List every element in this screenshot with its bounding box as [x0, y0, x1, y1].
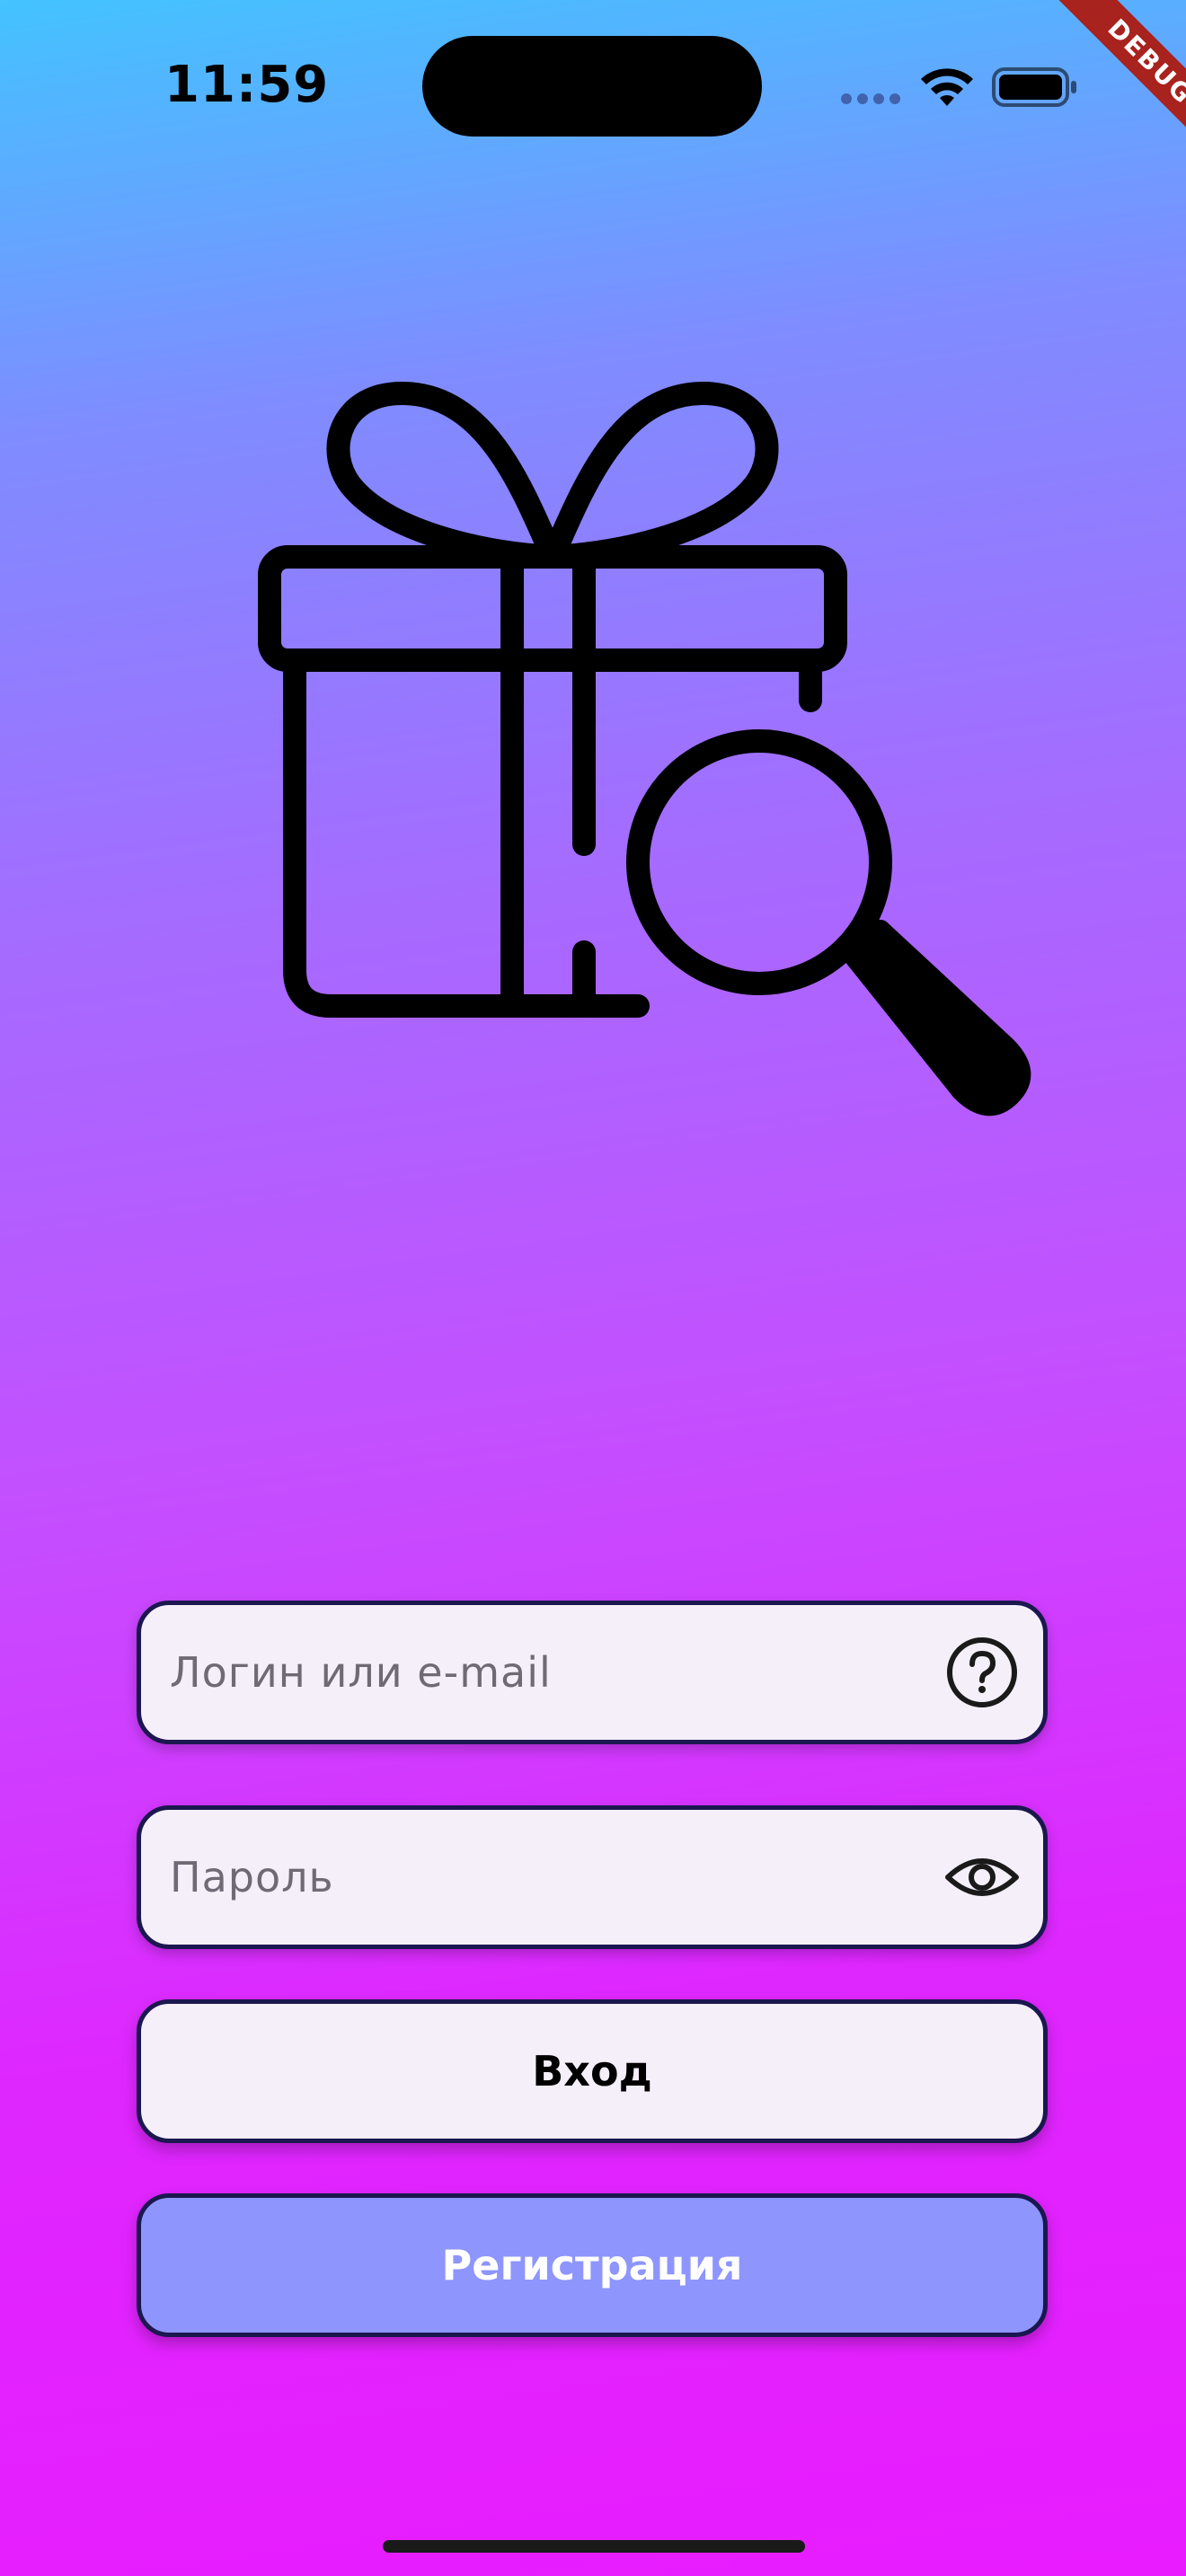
login-placeholder: Логин или e-mail — [170, 1648, 552, 1697]
password-placeholder: Пароль — [170, 1853, 334, 1901]
password-field[interactable]: Пароль — [137, 1805, 1048, 1949]
wifi-icon — [921, 68, 973, 106]
gift-search-icon — [258, 381, 1031, 1116]
status-time: 11:59 — [164, 56, 330, 114]
login-field[interactable]: Логин или e-mail — [137, 1601, 1048, 1744]
login-screen: 11:59 DEBUG Логин или e-mail Пароль Вход… — [0, 0, 1186, 2576]
dynamic-island — [422, 36, 762, 137]
debug-banner: DEBUG — [1024, 0, 1186, 162]
question-circle-icon[interactable] — [944, 1635, 1020, 1710]
home-indicator[interactable] — [383, 2540, 805, 2553]
register-button[interactable]: Регистрация — [137, 2193, 1048, 2337]
eye-icon[interactable] — [944, 1839, 1020, 1915]
debug-banner-label: DEBUG — [1058, 0, 1186, 154]
login-button[interactable]: Вход — [137, 1999, 1048, 2143]
cellular-signal-icon — [841, 93, 900, 104]
